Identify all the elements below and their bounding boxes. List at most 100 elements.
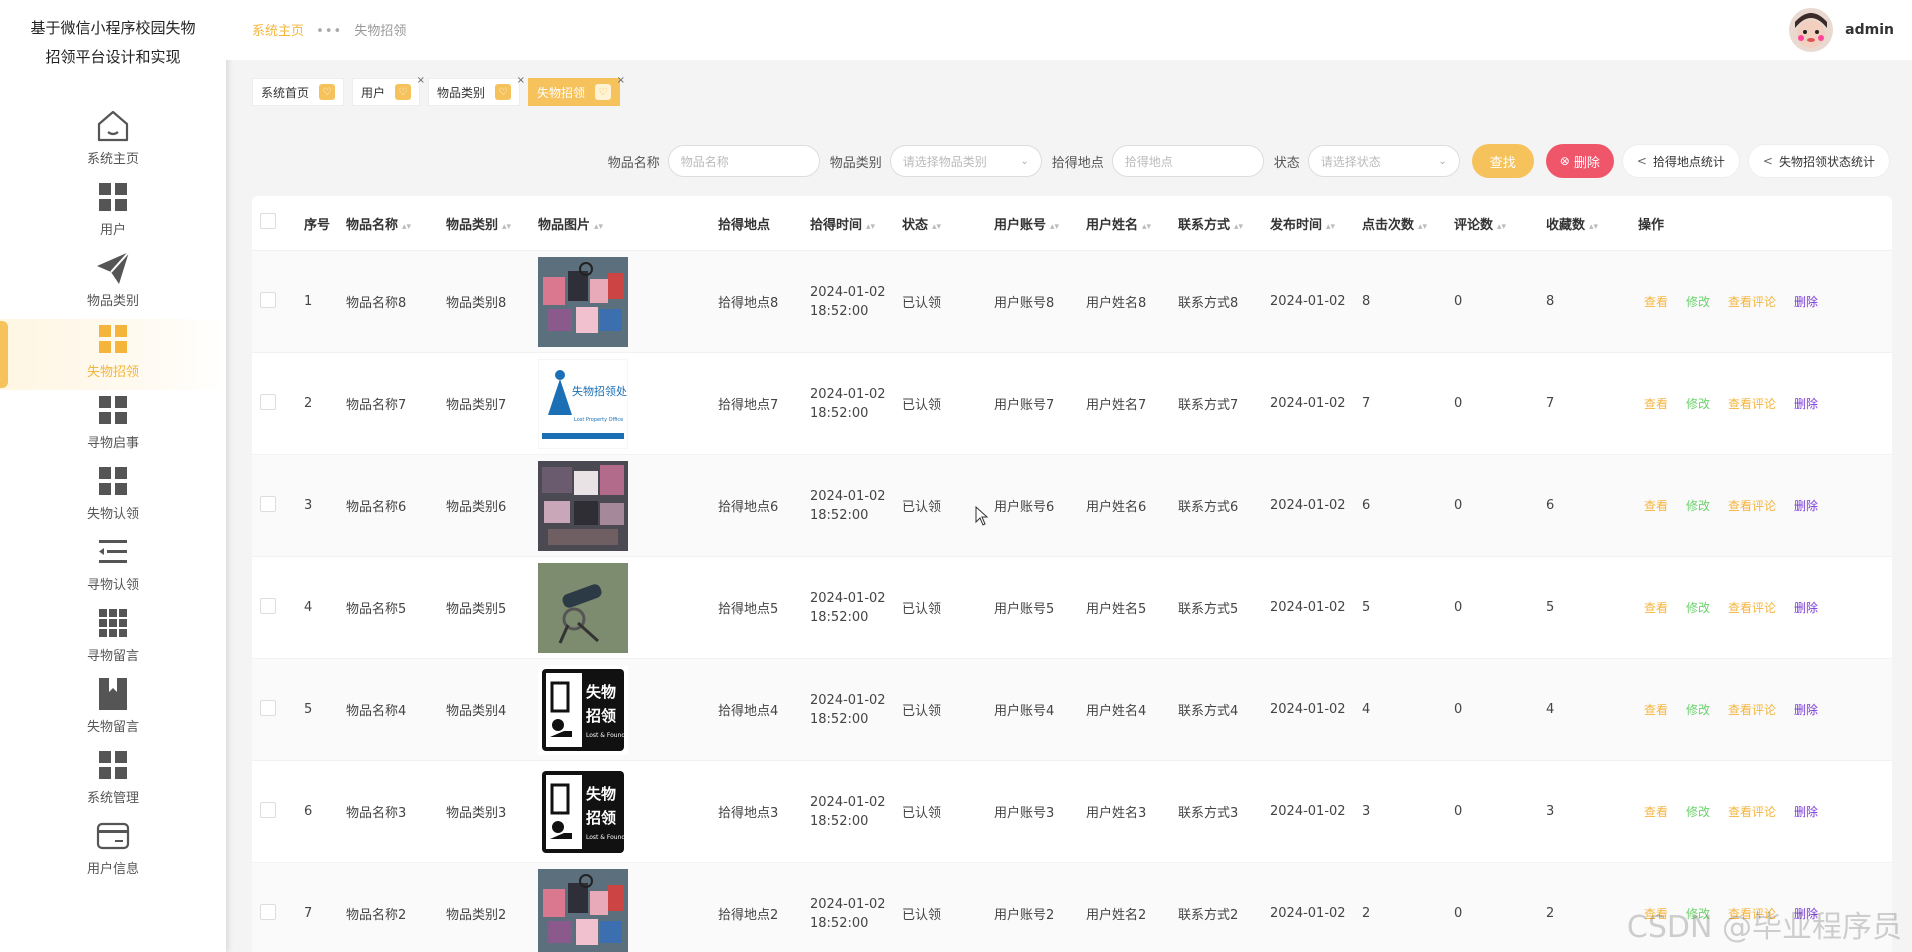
sort-icon[interactable]: ▴▾: [866, 222, 875, 232]
view-comments-button[interactable]: 查看评论: [1728, 395, 1776, 412]
view-button[interactable]: 查看: [1644, 293, 1668, 310]
view-comments-button[interactable]: 查看评论: [1728, 599, 1776, 616]
column-header-11[interactable]: 点击次数 ▴▾: [1362, 214, 1454, 233]
edit-button[interactable]: 修改: [1686, 497, 1710, 514]
table-row[interactable]: 1 物品名称8 物品类别8 拾得地点8 2024-01-02 18:52:00 已认领 用户账…: [252, 251, 1892, 353]
sort-icon[interactable]: ▴▾: [1497, 222, 1506, 232]
column-header-1[interactable]: 物品名称 ▴▾: [346, 214, 446, 233]
sort-icon[interactable]: ▴▾: [1234, 222, 1243, 232]
sidebar-item-2[interactable]: 物品类别: [0, 248, 226, 319]
view-button[interactable]: 查看: [1644, 395, 1668, 412]
delete-row-button[interactable]: 删除: [1794, 701, 1818, 718]
close-icon[interactable]: ×: [517, 75, 525, 86]
column-header-3[interactable]: 物品图片 ▴▾: [538, 214, 718, 233]
column-header-12[interactable]: 评论数 ▴▾: [1454, 214, 1546, 233]
search-button[interactable]: 查找: [1471, 144, 1534, 178]
table-row[interactable]: 6 物品名称3 物品类别3 失物 招领 Lost & Found 拾得地点3 2024-01-…: [252, 761, 1892, 863]
delete-row-button[interactable]: 删除: [1794, 497, 1818, 514]
tab-tag-1[interactable]: 用户 ♡ ×: [352, 75, 425, 106]
tab-tag-3[interactable]: 失物招领 ♡ ×: [528, 75, 625, 106]
column-header-2[interactable]: 物品类别 ▴▾: [446, 214, 538, 233]
edit-button[interactable]: 修改: [1686, 293, 1710, 310]
delete-row-button[interactable]: 删除: [1794, 293, 1818, 310]
view-button[interactable]: 查看: [1644, 497, 1668, 514]
row-checkbox[interactable]: [260, 699, 276, 716]
delete-row-button[interactable]: 删除: [1794, 395, 1818, 412]
status-select[interactable]: 请选择状态 ⌄: [1307, 145, 1460, 177]
avatar[interactable]: [1789, 8, 1834, 52]
table-row[interactable]: 3 物品名称6 物品类别6 拾得地点6 2024-01-02 18:52:00 已认领 用户账…: [252, 455, 1892, 557]
table-row[interactable]: 4 物品名称5 物品类别5 拾得地点5 2024-01-02 18:52:00 已认领 用户账…: [252, 557, 1892, 659]
edit-button[interactable]: 修改: [1686, 701, 1710, 718]
row-checkbox[interactable]: [260, 801, 276, 818]
view-comments-button[interactable]: 查看评论: [1728, 803, 1776, 820]
row-checkbox[interactable]: [260, 903, 276, 920]
delete-row-button[interactable]: 删除: [1794, 599, 1818, 616]
category-select[interactable]: 请选择物品类别 ⌄: [889, 145, 1042, 177]
sort-icon[interactable]: ▴▾: [932, 222, 941, 232]
edit-button[interactable]: 修改: [1686, 395, 1710, 412]
row-checkbox[interactable]: [260, 291, 276, 308]
column-header-10[interactable]: 发布时间 ▴▾: [1270, 214, 1362, 233]
sidebar-item-5[interactable]: 失物认领: [0, 461, 226, 532]
select-all-checkbox[interactable]: [260, 213, 276, 229]
view-button[interactable]: 查看: [1644, 701, 1668, 718]
sidebar-item-7[interactable]: 寻物留言: [0, 603, 226, 674]
place-input[interactable]: 拾得地点: [1111, 145, 1264, 177]
sort-icon[interactable]: ▴▾: [1589, 222, 1598, 232]
user-menu[interactable]: admin: [1789, 8, 1894, 52]
tab-tag-0[interactable]: 系统首页 ♡: [252, 78, 345, 106]
row-checkbox[interactable]: [260, 597, 276, 614]
sidebar-item-1[interactable]: 用户: [0, 177, 226, 248]
sort-icon[interactable]: ▴▾: [1326, 222, 1335, 232]
close-icon[interactable]: ×: [617, 75, 625, 86]
sidebar-item-9[interactable]: 系统管理: [0, 745, 226, 816]
column-header-13[interactable]: 收藏数 ▴▾: [1546, 214, 1638, 233]
place-stats-button[interactable]: < 拾得地点统计: [1621, 144, 1740, 178]
sort-icon[interactable]: ▴▾: [402, 222, 411, 232]
status-stats-button[interactable]: < 失物招领状态统计: [1747, 144, 1890, 178]
column-header-9[interactable]: 联系方式 ▴▾: [1178, 214, 1270, 233]
sidebar-item-10[interactable]: 用户信息: [0, 816, 226, 887]
sort-icon[interactable]: ▴▾: [1050, 222, 1059, 232]
row-checkbox[interactable]: [260, 393, 276, 410]
delete-row-button[interactable]: 删除: [1794, 803, 1818, 820]
view-comments-button[interactable]: 查看评论: [1728, 497, 1776, 514]
column-header-8[interactable]: 用户姓名 ▴▾: [1086, 214, 1178, 233]
table-row[interactable]: 5 物品名称4 物品类别4 失物 招领 Lost & Found 拾得地点4 2024-01-…: [252, 659, 1892, 761]
column-header-7[interactable]: 用户账号 ▴▾: [994, 214, 1086, 233]
item-image[interactable]: 失物招领 Lost & Found: [538, 766, 628, 857]
table-row[interactable]: 2 物品名称7 物品类别7 失物招领处 Lost Property Office 拾得地点…: [252, 353, 1892, 455]
item-image[interactable]: 失物招领处 Lost Property Office: [538, 358, 628, 449]
edit-button[interactable]: 修改: [1686, 803, 1710, 820]
sidebar-item-8[interactable]: 失物留言: [0, 674, 226, 745]
item-image[interactable]: [538, 256, 628, 347]
close-icon[interactable]: ×: [417, 75, 425, 86]
item-image[interactable]: [538, 460, 628, 551]
view-comments-button[interactable]: 查看评论: [1728, 701, 1776, 718]
delete-button[interactable]: ⊗ 删除: [1545, 144, 1614, 178]
breadcrumb-home[interactable]: 系统主页: [252, 24, 304, 39]
tab-tag-2[interactable]: 物品类别 ♡ ×: [428, 75, 525, 106]
heart-icon: ♡: [395, 84, 412, 100]
sort-icon[interactable]: ▴▾: [1142, 222, 1151, 232]
column-header-5[interactable]: 拾得时间 ▴▾: [810, 214, 902, 233]
sort-icon[interactable]: ▴▾: [502, 222, 511, 232]
item-image[interactable]: [538, 868, 628, 952]
sidebar-item-0[interactable]: 系统主页: [0, 106, 226, 177]
sidebar-item-3[interactable]: 失物招领: [0, 319, 226, 390]
sidebar-item-4[interactable]: 寻物启事: [0, 390, 226, 461]
user-name[interactable]: admin: [1845, 22, 1894, 38]
sort-icon[interactable]: ▴▾: [1418, 222, 1427, 232]
view-button[interactable]: 查看: [1644, 803, 1668, 820]
item-image[interactable]: [538, 562, 628, 653]
row-checkbox[interactable]: [260, 495, 276, 512]
view-button[interactable]: 查看: [1644, 599, 1668, 616]
view-comments-button[interactable]: 查看评论: [1728, 293, 1776, 310]
sidebar-item-6[interactable]: 寻物认领: [0, 532, 226, 603]
item-image[interactable]: 失物招领 Lost & Found: [538, 664, 628, 755]
column-header-6[interactable]: 状态 ▴▾: [902, 214, 994, 233]
sort-icon[interactable]: ▴▾: [594, 222, 603, 232]
edit-button[interactable]: 修改: [1686, 599, 1710, 616]
name-input[interactable]: 物品名称: [667, 145, 820, 177]
